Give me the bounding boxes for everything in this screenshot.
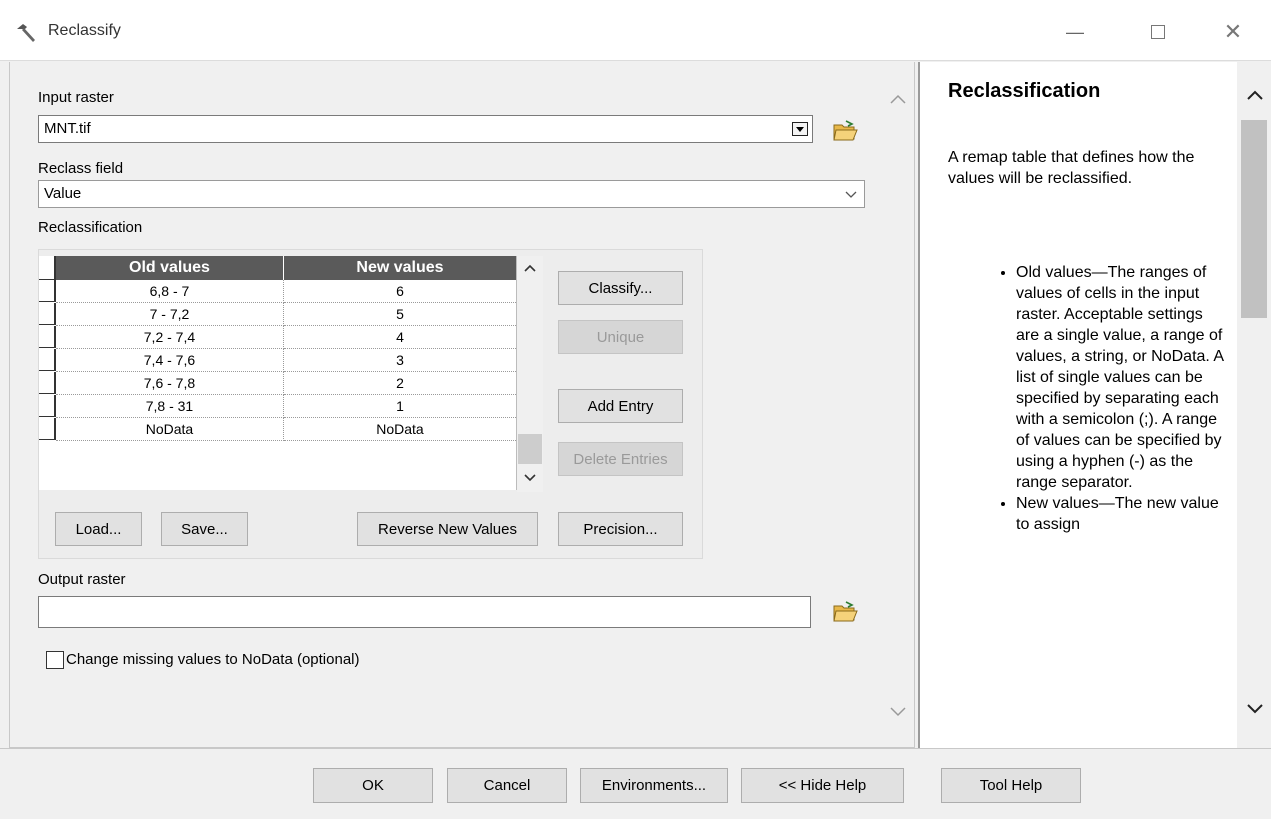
help-intro-text: A remap table that defines how the value… — [948, 149, 1195, 187]
chevron-down-icon — [845, 191, 857, 198]
table-row[interactable]: 7,8 - 31 1 — [39, 395, 516, 418]
close-icon: ✕ — [1223, 19, 1243, 44]
input-raster-value: MNT.tif — [44, 120, 91, 137]
table-scrollbar[interactable] — [517, 256, 543, 492]
ok-button[interactable]: OK — [313, 768, 433, 803]
chevron-up-icon[interactable] — [888, 92, 908, 106]
table-row[interactable]: 6,8 - 76 — [39, 280, 516, 303]
load-button[interactable]: Load... — [55, 512, 142, 546]
old-value-cell[interactable]: 7 - 7,2 — [55, 303, 284, 326]
output-raster-label: Output raster — [38, 571, 126, 588]
missing-values-checkbox[interactable] — [46, 651, 64, 669]
chevron-up-icon[interactable] — [1245, 88, 1265, 102]
help-list-item: Old values—The ranges of values of cells… — [1016, 262, 1228, 493]
help-title: Reclassification — [948, 80, 1101, 102]
row-selector[interactable] — [39, 418, 56, 440]
close-button[interactable]: ✕ — [1208, 14, 1258, 50]
maximize-button[interactable] — [1133, 14, 1183, 50]
old-value-cell[interactable]: 7,4 - 7,6 — [55, 349, 284, 372]
save-button[interactable]: Save... — [161, 512, 248, 546]
row-selector[interactable] — [39, 349, 56, 371]
maximize-icon — [1151, 25, 1165, 39]
old-value-cell[interactable]: NoData — [55, 418, 284, 441]
new-value-cell[interactable]: 6 — [283, 280, 516, 303]
row-selector[interactable] — [39, 372, 56, 394]
table-row[interactable]: 7,2 - 7,4 4 — [39, 326, 516, 349]
input-raster-label: Input raster — [38, 89, 114, 106]
chevron-up-icon[interactable] — [523, 262, 537, 274]
new-value-cell[interactable]: 1 — [283, 395, 516, 418]
help-scrollbar-thumb[interactable] — [1241, 120, 1267, 318]
old-value-cell[interactable]: 7,8 - 31 — [55, 395, 284, 418]
output-raster-input[interactable] — [38, 596, 811, 628]
row-selector[interactable] — [39, 395, 56, 417]
chevron-down-icon[interactable] — [888, 704, 908, 718]
new-value-cell[interactable]: 4 — [283, 326, 516, 349]
table-header-row: Old values New values — [39, 256, 516, 280]
minimize-button[interactable]: — — [1050, 14, 1100, 50]
environments-button[interactable]: Environments... — [580, 768, 728, 803]
help-list-item: New values—The new value to assign — [1016, 493, 1228, 535]
reverse-new-values-button[interactable]: Reverse New Values — [357, 512, 538, 546]
hammer-icon — [17, 24, 35, 42]
add-entry-button[interactable]: Add Entry — [558, 389, 683, 423]
delete-entries-button[interactable]: Delete Entries — [558, 442, 683, 476]
new-value-cell[interactable]: NoData — [283, 418, 516, 441]
column-header-new-values[interactable]: New values — [283, 256, 516, 280]
old-value-cell[interactable]: 6,8 - 7 — [55, 280, 284, 303]
cancel-button[interactable]: Cancel — [447, 768, 567, 803]
minimize-icon: — — [1066, 21, 1084, 42]
chevron-down-icon[interactable] — [1245, 702, 1265, 716]
help-list: Old values—The ranges of values of cells… — [988, 262, 1228, 535]
input-raster-combobox[interactable]: MNT.tif — [38, 115, 813, 143]
row-selector[interactable] — [39, 303, 56, 325]
open-folder-icon[interactable] — [832, 600, 858, 624]
column-header-old-values[interactable]: Old values — [55, 256, 284, 280]
table-row[interactable]: NoData NoData — [39, 418, 516, 441]
reclassification-label: Reclassification — [38, 219, 143, 236]
reclass-field-label: Reclass field — [38, 160, 124, 177]
new-value-cell[interactable]: 3 — [283, 349, 516, 372]
remap-table[interactable]: Old values New values 6,8 - 767 - 7,2 5 7,… — [39, 256, 517, 490]
classify-button[interactable]: Classify... — [558, 271, 683, 305]
row-selector[interactable] — [39, 280, 56, 302]
table-row[interactable]: 7 - 7,2 5 — [39, 303, 516, 326]
window-title: Reclassify — [48, 22, 121, 39]
dropdown-arrow-icon[interactable] — [792, 122, 808, 136]
chevron-down-icon[interactable] — [523, 472, 537, 484]
table-scrollbar-thumb[interactable] — [518, 434, 542, 464]
row-selector[interactable] — [39, 326, 56, 348]
row-selector-header — [39, 256, 56, 280]
old-value-cell[interactable]: 7,2 - 7,4 — [55, 326, 284, 349]
tool-help-button[interactable]: Tool Help — [941, 768, 1081, 803]
unique-button[interactable]: Unique — [558, 320, 683, 354]
open-folder-icon[interactable] — [832, 119, 858, 143]
table-row[interactable]: 7,4 - 7,6 3 — [39, 349, 516, 372]
new-value-cell[interactable]: 5 — [283, 303, 516, 326]
old-value-cell[interactable]: 7,6 - 7,8 — [55, 372, 284, 395]
new-value-cell[interactable]: 2 — [283, 372, 516, 395]
reclass-field-value: Value — [44, 185, 82, 202]
hide-help-button[interactable]: << Hide Help — [741, 768, 904, 803]
precision-button[interactable]: Precision... — [558, 512, 683, 546]
missing-values-label[interactable]: Change missing values to NoData (optiona… — [66, 651, 360, 668]
reclass-field-select[interactable]: Value — [38, 180, 865, 208]
table-row[interactable]: 7,6 - 7,8 2 — [39, 372, 516, 395]
